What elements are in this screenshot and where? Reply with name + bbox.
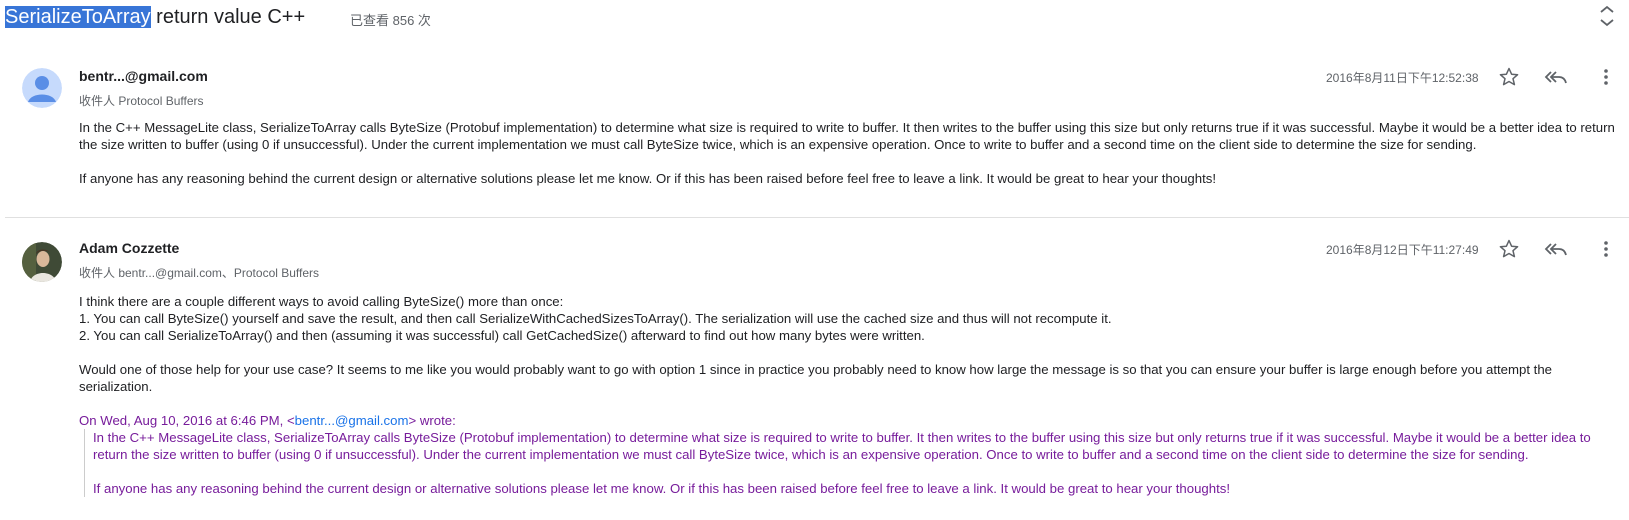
avatar[interactable] bbox=[22, 242, 62, 282]
user-photo-avatar-icon bbox=[22, 242, 62, 282]
star-icon bbox=[1499, 239, 1519, 258]
message-paragraph: Would one of those help for your use cas… bbox=[79, 362, 1552, 394]
recipients: 收件人 bentr...@gmail.com、Protocol Buffers bbox=[79, 266, 320, 280]
avatar[interactable] bbox=[22, 68, 62, 108]
reply-all-icon bbox=[1544, 243, 1567, 256]
recipients: 收件人 Protocol Buffers bbox=[79, 94, 204, 108]
thread-subject: SerializeToArray return value C++ bbox=[5, 4, 305, 30]
more-options-button[interactable] bbox=[1594, 237, 1618, 261]
quote-outro: > wrote: bbox=[408, 413, 456, 428]
post-divider bbox=[5, 217, 1629, 218]
message-paragraph: If anyone has any reasoning behind the c… bbox=[79, 171, 1217, 186]
quoted-message: In the C++ MessageLite class, SerializeT… bbox=[84, 429, 1625, 497]
message-line: 1. You can call ByteSize() yourself and … bbox=[79, 311, 1112, 326]
star-button[interactable] bbox=[1497, 237, 1521, 261]
message-paragraph: In the C++ MessageLite class, SerializeT… bbox=[79, 120, 1615, 152]
sender-name[interactable]: bentr...@gmail.com bbox=[79, 68, 208, 84]
quoted-paragraph: If anyone has any reasoning behind the c… bbox=[93, 481, 1231, 496]
collapse-button[interactable] bbox=[1597, 4, 1617, 28]
quote-email-link[interactable]: bentr...@gmail.com bbox=[295, 413, 409, 428]
default-person-avatar-icon bbox=[22, 68, 62, 108]
post-date: 2016年8月11日下午12:52:38 bbox=[1326, 71, 1479, 85]
message-line: 2. You can call SerializeToArray() and t… bbox=[79, 328, 925, 343]
star-button[interactable] bbox=[1497, 65, 1521, 89]
reply-all-button[interactable] bbox=[1544, 237, 1568, 261]
message-body: I think there are a couple different way… bbox=[79, 293, 1625, 497]
reply-all-button[interactable] bbox=[1544, 65, 1568, 89]
post-date: 2016年8月12日下午11:27:49 bbox=[1326, 243, 1479, 257]
sender-name[interactable]: Adam Cozzette bbox=[79, 240, 179, 256]
quoted-paragraph: In the C++ MessageLite class, SerializeT… bbox=[93, 430, 1591, 462]
subject-text[interactable]: return value C++ bbox=[151, 6, 305, 28]
view-count: 已查看 856 次 bbox=[350, 13, 431, 28]
more-options-button[interactable] bbox=[1594, 65, 1618, 89]
message-line: I think there are a couple different way… bbox=[79, 294, 564, 309]
more-vert-icon bbox=[1604, 69, 1608, 85]
quote-intro: On Wed, Aug 10, 2016 at 6:46 PM, < bbox=[79, 413, 295, 428]
message-body: In the C++ MessageLite class, SerializeT… bbox=[79, 119, 1625, 187]
quote-attribution: On Wed, Aug 10, 2016 at 6:46 PM, <bentr.… bbox=[79, 412, 1625, 429]
reply-all-icon bbox=[1544, 71, 1567, 84]
thread-header: SerializeToArray return value C++ 已查看 85… bbox=[0, 0, 1629, 34]
post-2: Adam Cozzette 收件人 bentr...@gmail.com、Pro… bbox=[0, 230, 1629, 520]
collapse-chevrons-icon bbox=[1600, 5, 1614, 27]
more-vert-icon bbox=[1604, 241, 1608, 257]
post-1: bentr...@gmail.com 收件人 Protocol Buffers … bbox=[0, 58, 1629, 218]
star-icon bbox=[1499, 67, 1519, 86]
subject-selected-text[interactable]: SerializeToArray bbox=[5, 6, 151, 28]
